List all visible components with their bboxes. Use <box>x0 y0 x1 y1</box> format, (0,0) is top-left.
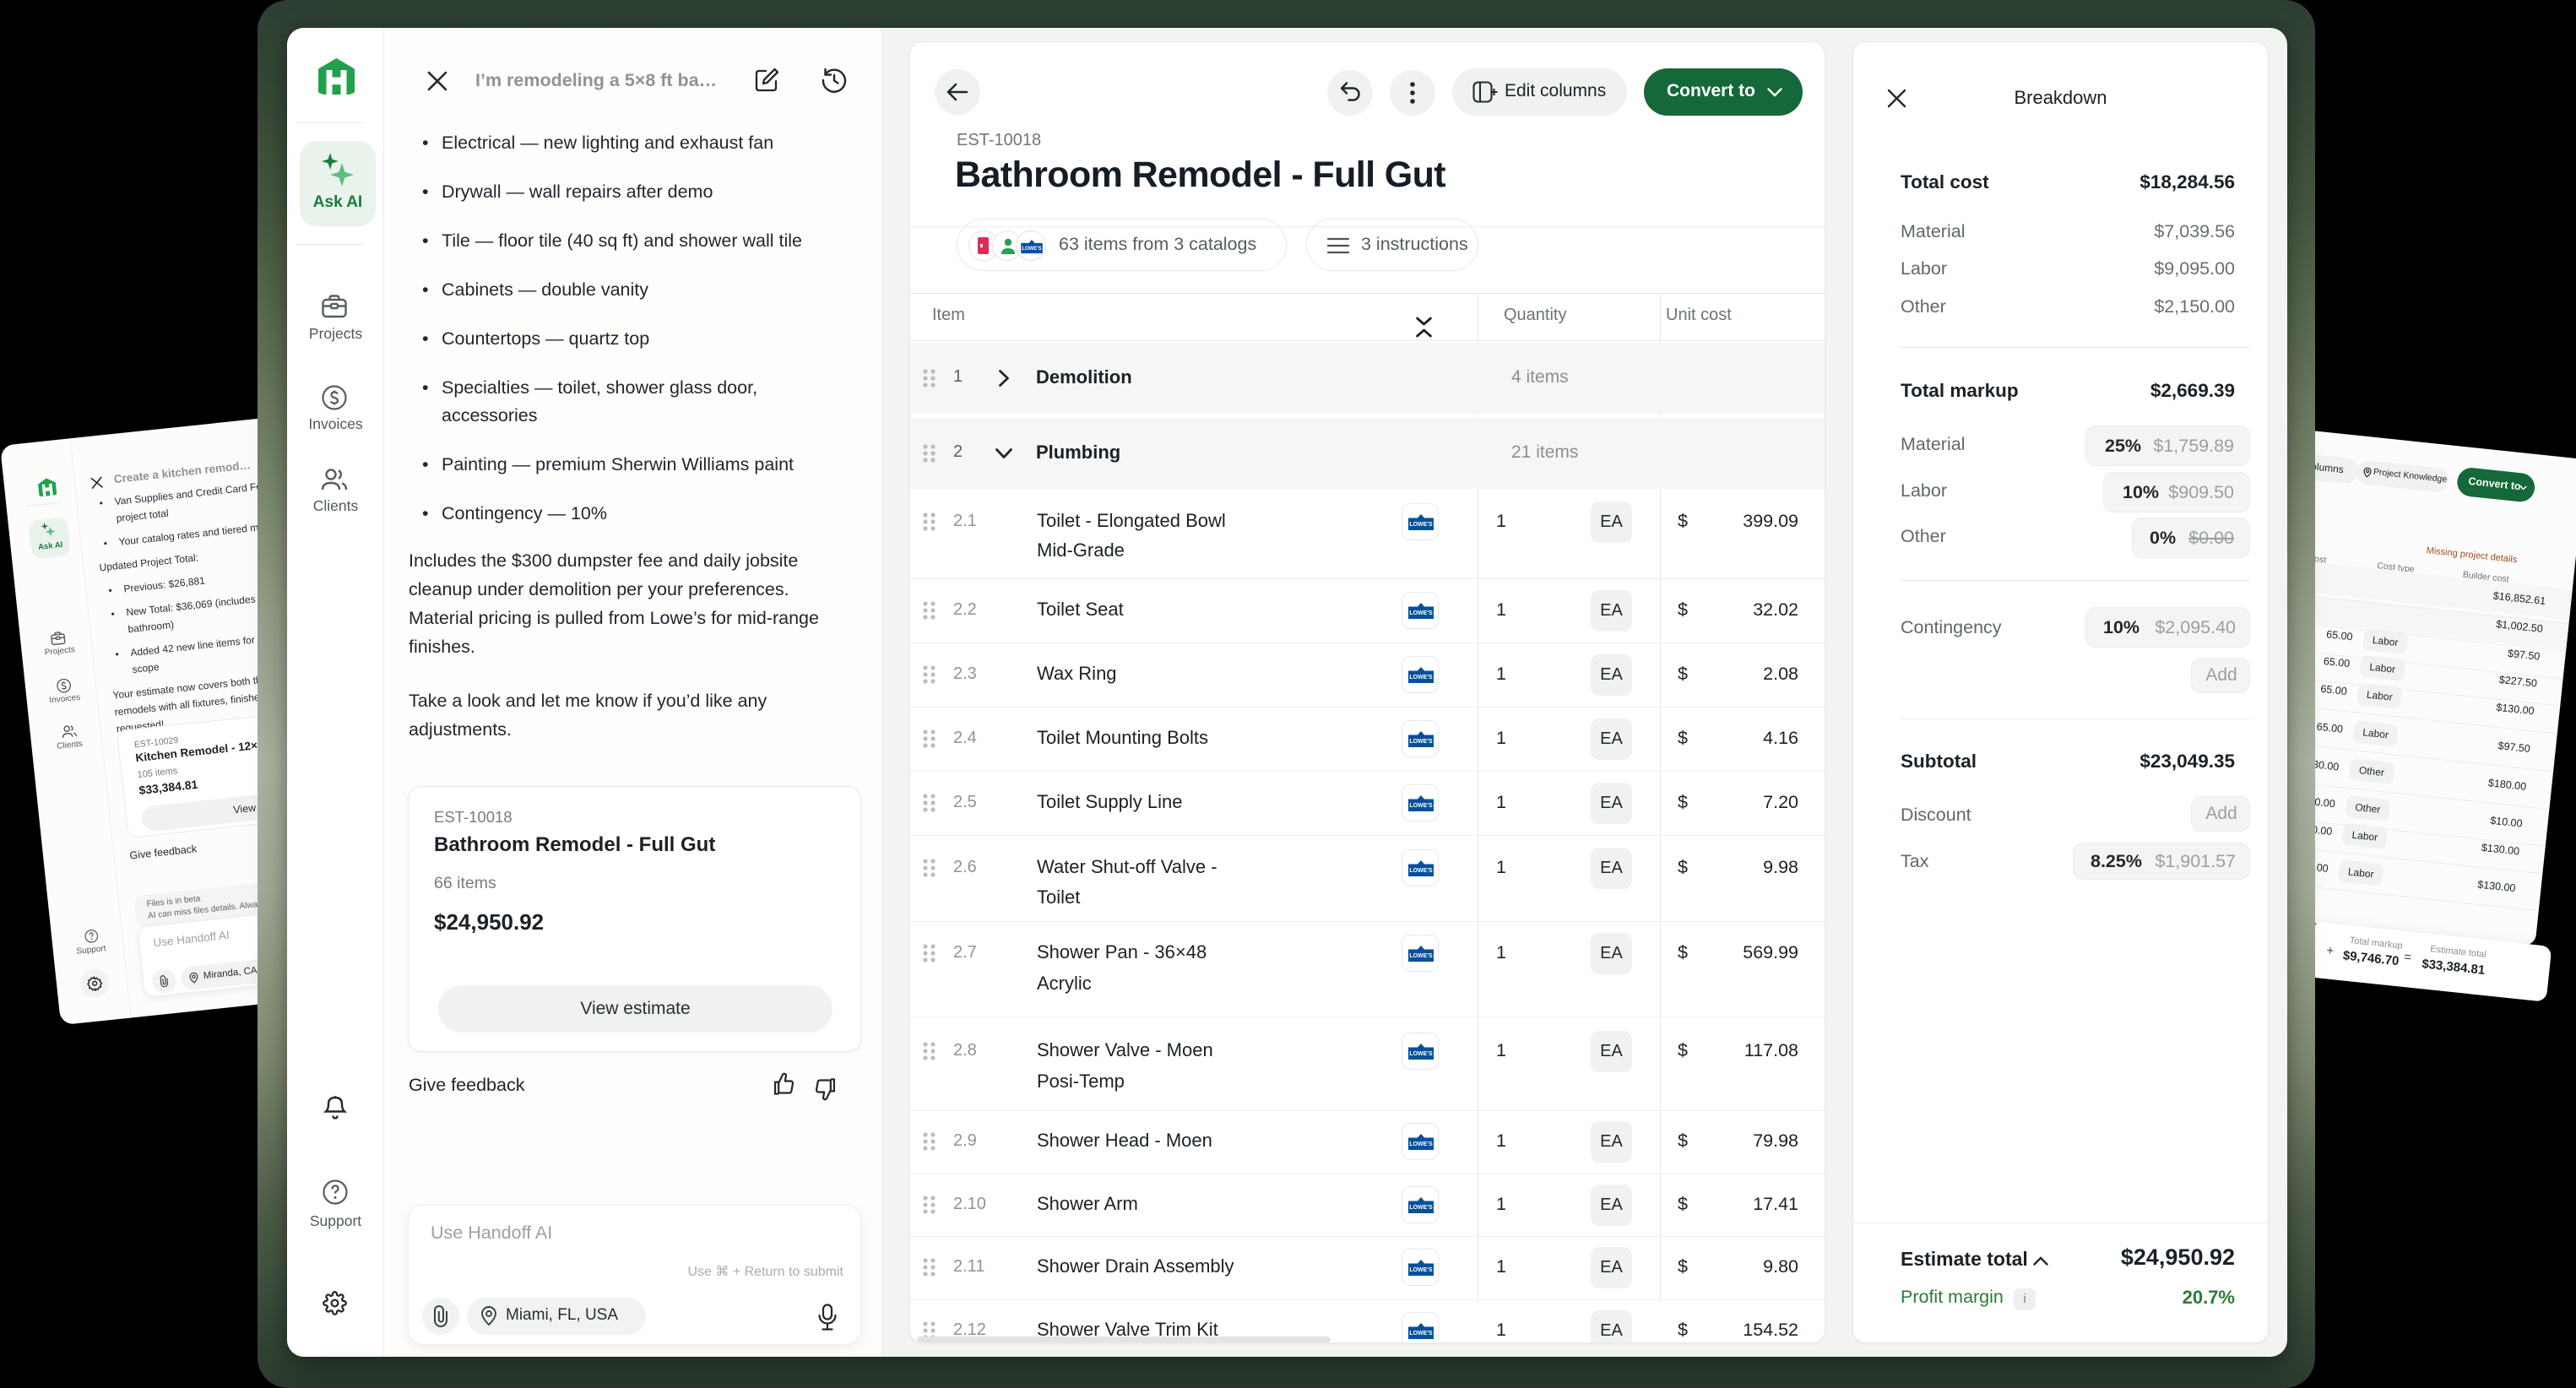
svg-text:LOWE'S: LOWE'S <box>1409 675 1433 680</box>
svg-text:LOWE'S: LOWE'S <box>1022 247 1041 252</box>
svg-text:LOWE'S: LOWE'S <box>1409 739 1433 745</box>
svg-text:LOWE'S: LOWE'S <box>1409 1331 1433 1336</box>
svg-text:LOWE'S: LOWE'S <box>1409 522 1433 528</box>
svg-text:LOWE'S: LOWE'S <box>1409 803 1433 809</box>
svg-text:LOWE'S: LOWE'S <box>1409 953 1433 959</box>
svg-text:LOWE'S: LOWE'S <box>1409 1051 1433 1057</box>
svg-text:LOWE'S: LOWE'S <box>1409 1141 1433 1147</box>
svg-text:LOWE'S: LOWE'S <box>1409 1205 1433 1211</box>
svg-text:LOWE'S: LOWE'S <box>1409 868 1433 874</box>
svg-text:LOWE'S: LOWE'S <box>1409 610 1433 616</box>
svg-text:LOWE'S: LOWE'S <box>1409 1267 1433 1273</box>
